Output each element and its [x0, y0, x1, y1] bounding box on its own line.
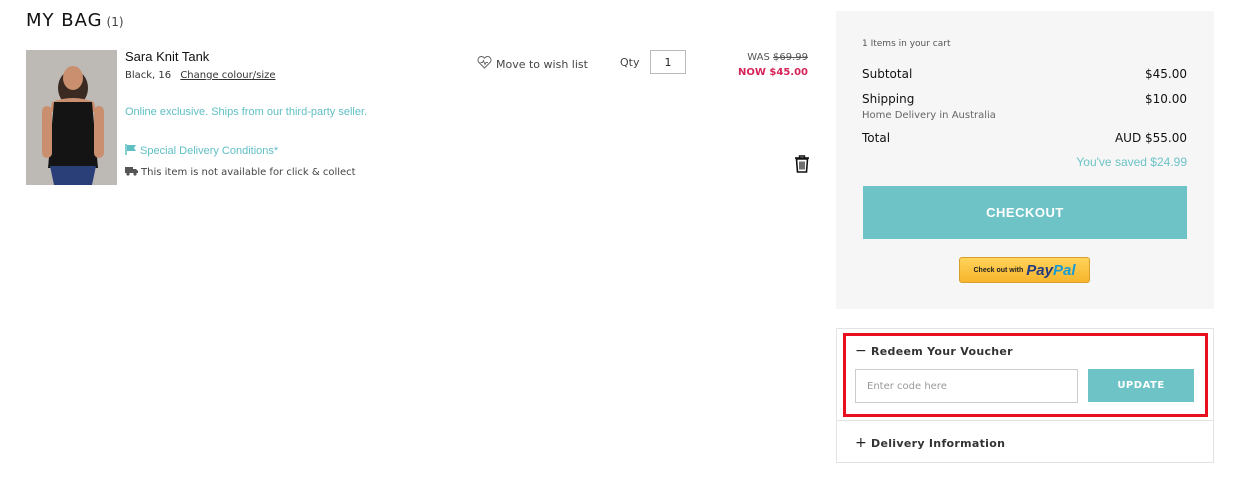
paypal-logo: PayPal: [1026, 262, 1075, 279]
was-label: WAS: [747, 52, 770, 63]
delivery-information-title: Delivery Information: [871, 436, 1006, 450]
order-summary: 1 Items in your cart Subtotal $45.00 Shi…: [836, 11, 1214, 309]
shipping-value: $10.00: [1145, 92, 1187, 106]
item-count: (1): [106, 15, 124, 29]
product-name[interactable]: Sara Knit Tank: [125, 49, 209, 64]
heart-icon: [477, 56, 492, 72]
wish-list-label: Move to wish list: [496, 57, 588, 71]
change-colour-size-link[interactable]: Change colour/size: [180, 70, 275, 81]
paypal-logo-pay: Pay: [1026, 261, 1053, 279]
was-price: WAS $69.99: [747, 52, 808, 63]
paypal-prefix: Check out with: [973, 266, 1024, 274]
subtotal-label: Subtotal: [862, 67, 913, 81]
click-collect-note: This item is not available for click & c…: [125, 166, 356, 179]
update-voucher-button[interactable]: UPDATE: [1088, 369, 1194, 402]
total-row: Total AUD $55.00: [862, 131, 1187, 145]
special-delivery-label: Special Delivery Conditions*: [140, 145, 279, 157]
product-image[interactable]: [26, 50, 117, 185]
items-in-cart: 1 Items in your cart: [862, 39, 951, 49]
delivery-information-toggle[interactable]: + Delivery Information: [855, 435, 1005, 451]
page-title-text: MY BAG: [26, 10, 103, 31]
saved-amount: You've saved $24.99: [1076, 155, 1187, 169]
shipping-label: Shipping: [862, 92, 915, 106]
total-value: AUD $55.00: [1114, 131, 1187, 145]
shipping-row: Shipping $10.00: [862, 92, 1187, 106]
special-delivery-link[interactable]: Special Delivery Conditions*: [125, 144, 278, 158]
subtotal-value: $45.00: [1145, 67, 1187, 81]
remove-item-button[interactable]: [794, 155, 810, 177]
product-variant-text: Black, 16: [125, 70, 172, 81]
product-variant: Black, 16 Change colour/size: [125, 70, 276, 81]
qty-input[interactable]: [650, 50, 686, 74]
checkout-button[interactable]: CHECKOUT: [863, 186, 1187, 239]
page-title: MY BAG (1): [26, 10, 124, 31]
total-label: Total: [862, 131, 891, 145]
now-price: NOW $45.00: [738, 67, 808, 78]
redeem-voucher-toggle[interactable]: − Redeem Your Voucher: [855, 343, 1013, 359]
section-divider: [837, 420, 1213, 421]
voucher-code-input[interactable]: [855, 369, 1078, 403]
shipping-note: Home Delivery in Australia: [862, 110, 996, 121]
qty-label: Qty: [620, 56, 640, 69]
paypal-logo-pal: Pal: [1052, 261, 1076, 279]
move-to-wish-list-button[interactable]: Move to wish list: [477, 56, 588, 72]
flag-icon: [125, 144, 137, 158]
voucher-panel: − Redeem Your Voucher UPDATE + Delivery …: [836, 328, 1214, 463]
minus-icon: −: [855, 343, 868, 359]
trash-icon: [794, 155, 810, 177]
truck-icon: [125, 166, 138, 179]
paypal-checkout-button[interactable]: Check out with PayPal: [959, 257, 1090, 283]
plus-icon: +: [855, 435, 868, 451]
click-collect-text: This item is not available for click & c…: [141, 167, 356, 178]
online-exclusive-note: Online exclusive. Ships from our third-p…: [125, 106, 368, 118]
redeem-voucher-title: Redeem Your Voucher: [871, 344, 1013, 358]
was-price-value: $69.99: [773, 52, 808, 63]
subtotal-row: Subtotal $45.00: [862, 67, 1187, 81]
